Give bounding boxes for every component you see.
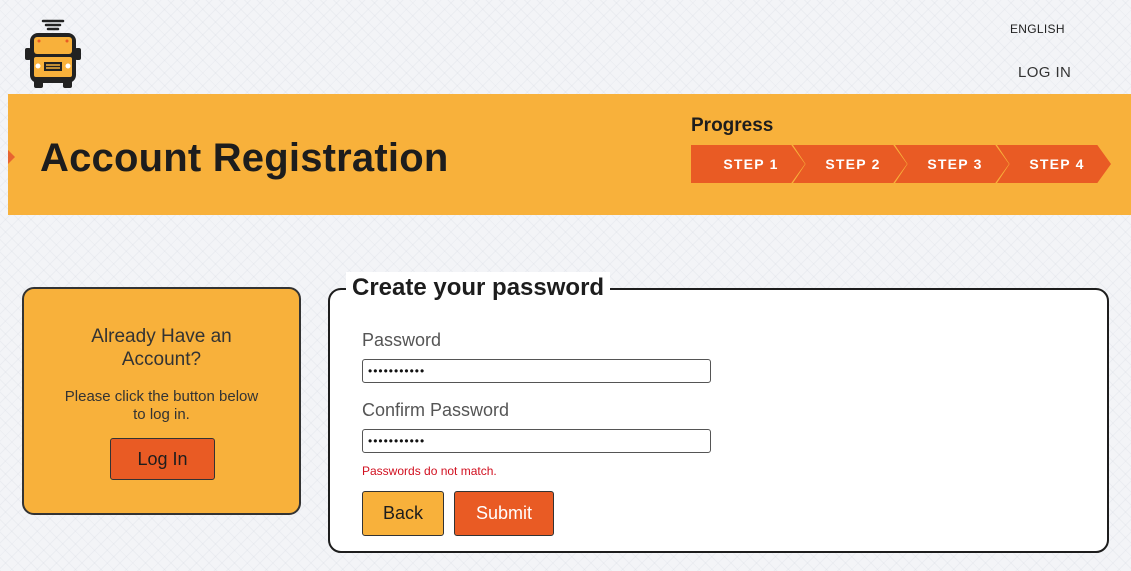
confirm-password-field[interactable] (362, 429, 711, 453)
school-bus-icon[interactable] (22, 16, 86, 92)
confirm-password-label: Confirm Password (362, 400, 510, 420)
existing-account-card: Already Have an Account? Please click th… (22, 287, 301, 515)
page-title: Account Registration (40, 136, 449, 180)
log-in-button[interactable]: Log In (110, 438, 215, 480)
progress-steps: STEP 1 STEP 2 STEP 3 STEP 4 (691, 145, 1111, 183)
submit-button[interactable]: Submit (454, 491, 554, 536)
page-banner: Account Registration Progress STEP 1 STE… (8, 94, 1131, 215)
banner-arrow-icon (8, 150, 15, 164)
language-link[interactable]: ENGLISH (1010, 22, 1065, 36)
step-3: STEP 3 (895, 145, 1009, 183)
card-heading: Already Have an Account? (91, 326, 232, 370)
card-text: Please click the button below to log in. (64, 388, 259, 423)
step-4: STEP 4 (997, 145, 1111, 183)
back-button[interactable]: Back (362, 491, 444, 536)
step-2: STEP 2 (793, 145, 907, 183)
password-field[interactable] (362, 359, 711, 383)
password-mismatch-error: Passwords do not match. (362, 464, 497, 478)
progress-label: Progress (691, 115, 774, 136)
header-login-link[interactable]: LOG IN (1018, 64, 1071, 81)
step-1: STEP 1 (691, 145, 805, 183)
password-label: Password (362, 330, 442, 350)
top-bar: ENGLISH LOG IN (0, 0, 1131, 94)
password-form: Create your password Password Confirm Pa… (328, 272, 1109, 553)
form-legend: Create your password (346, 272, 611, 304)
